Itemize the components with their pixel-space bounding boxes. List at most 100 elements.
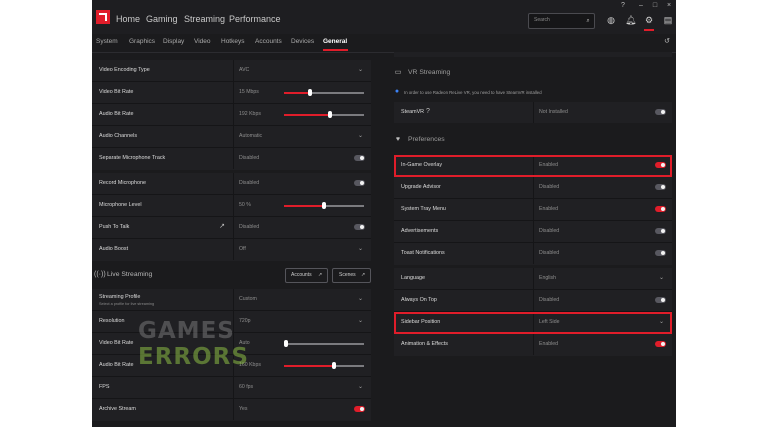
help-circle-icon[interactable]: ? <box>424 108 432 116</box>
setting-row: Push To Talk ↗ Disabled <box>92 217 371 239</box>
setting-row: Animation & Effects Enabled <box>394 334 672 355</box>
setting-value[interactable]: Automatic <box>239 133 262 139</box>
tab-hotkeys[interactable]: Hotkeys <box>221 38 244 45</box>
row-divider <box>533 243 534 264</box>
record-mic-toggle[interactable] <box>354 180 365 186</box>
chevron-down-icon[interactable]: ⌄ <box>358 66 363 73</box>
tab-display[interactable]: Display <box>163 38 184 45</box>
nav-home[interactable]: Home <box>116 14 140 24</box>
audio-bitrate-slider[interactable] <box>284 111 364 118</box>
setting-label: Audio Bit Rate <box>99 362 134 368</box>
push-to-talk-toggle[interactable] <box>354 224 365 230</box>
accounts-button[interactable]: Accounts ↗ <box>285 268 328 283</box>
tab-graphics[interactable]: Graphics <box>129 38 155 45</box>
setting-row: Video Bit Rate 15 Mbps <box>92 82 371 104</box>
search-placeholder: Search <box>534 17 550 23</box>
row-divider <box>233 377 234 398</box>
setting-label: System Tray Menu <box>401 206 446 212</box>
setting-value: Disabled <box>539 297 560 303</box>
tab-system[interactable]: System <box>96 38 118 45</box>
setting-value: 15 Mbps <box>239 89 259 95</box>
archive-stream-toggle[interactable] <box>354 406 365 412</box>
amd-software-window: Home Gaming Streaming Performance ? – □ … <box>92 0 676 427</box>
setting-row: FPS 60 fps ⌄ <box>92 377 371 399</box>
setting-value: Disabled <box>239 155 260 161</box>
arrow-up-right-icon: ↗ <box>318 272 323 278</box>
setting-label: Audio Channels <box>99 133 138 139</box>
chevron-down-icon[interactable]: ⌄ <box>358 132 363 139</box>
arrow-up-right-icon: ↗ <box>361 272 366 278</box>
always-on-top-toggle[interactable] <box>655 297 666 303</box>
setting-label: Video Encoding Type <box>99 67 150 73</box>
setting-label: Archive Stream <box>99 406 136 412</box>
row-divider <box>533 221 534 242</box>
setting-value: Yes <box>239 406 248 412</box>
gear-icon[interactable]: ⚙ <box>644 15 654 25</box>
chevron-down-icon[interactable]: ⌄ <box>358 383 363 390</box>
setting-value[interactable]: Off <box>239 246 246 252</box>
chevron-down-icon[interactable]: ⌄ <box>659 274 664 281</box>
setting-label: Audio Boost <box>99 246 129 252</box>
tab-general[interactable]: General <box>323 38 347 45</box>
setting-value: Not Installed <box>539 109 568 115</box>
scenes-button[interactable]: Scenes ↗ <box>332 268 371 283</box>
scenes-button-label: Scenes <box>339 272 356 278</box>
setting-value: Disabled <box>239 224 260 230</box>
row-divider <box>233 289 234 310</box>
system-tray-menu-toggle[interactable] <box>655 206 666 212</box>
setting-value: Enabled <box>539 206 559 212</box>
setting-label: Toast Notifications <box>401 250 445 256</box>
setting-label: Audio Bit Rate <box>99 111 134 117</box>
settings-active-indicator <box>644 29 654 31</box>
bell-icon[interactable]: 🔔︎ <box>625 15 636 25</box>
radeon-icon[interactable]: ◍ <box>606 15 616 25</box>
separate-mic-toggle[interactable] <box>354 155 365 161</box>
chevron-down-icon[interactable]: ⌄ <box>358 317 363 324</box>
close-icon[interactable]: × <box>665 2 673 10</box>
watermark-games: GAMES <box>138 318 235 344</box>
setting-label: Video Bit Rate <box>99 340 134 346</box>
advertisements-toggle[interactable] <box>655 228 666 234</box>
video-bitrate-slider[interactable] <box>284 89 364 96</box>
minimize-icon[interactable]: – <box>637 2 645 10</box>
setting-label: Streaming Profile <box>99 294 141 300</box>
setting-row: Always On Top Disabled <box>394 290 672 312</box>
chevron-down-icon[interactable]: ⌄ <box>358 245 363 252</box>
live-video-bitrate-slider[interactable] <box>283 340 364 347</box>
setting-value[interactable]: Custom <box>239 296 257 302</box>
maximize-icon[interactable]: □ <box>651 2 659 10</box>
highlight-in-game-overlay <box>394 155 672 177</box>
animation-effects-toggle[interactable] <box>655 341 666 347</box>
setting-value[interactable]: AVC <box>239 67 249 73</box>
setting-value: Disabled <box>539 184 560 190</box>
setting-label: SteamVR <box>401 109 425 115</box>
row-divider <box>533 102 534 123</box>
live-streaming-title: Live Streaming <box>107 271 153 278</box>
reset-icon[interactable]: ↺ <box>663 38 671 46</box>
live-audio-bitrate-slider[interactable] <box>284 362 364 369</box>
setting-row: Archive Stream Yes <box>92 399 371 420</box>
tab-accounts[interactable]: Accounts <box>255 38 282 45</box>
steamvr-toggle[interactable] <box>655 109 666 115</box>
chevron-down-icon[interactable]: ⌄ <box>358 295 363 302</box>
setting-value: 50 % <box>239 202 251 208</box>
tab-video[interactable]: Video <box>194 38 211 45</box>
nav-performance[interactable]: Performance <box>229 14 281 24</box>
tab-devices[interactable]: Devices <box>291 38 314 45</box>
nav-streaming[interactable]: Streaming <box>184 14 225 24</box>
toast-notifications-toggle[interactable] <box>655 250 666 256</box>
row-divider <box>233 239 234 260</box>
upgrade-advisor-toggle[interactable] <box>655 184 666 190</box>
search-input[interactable]: Search ⌕ <box>528 13 595 29</box>
setting-label: Video Bit Rate <box>99 89 134 95</box>
setting-value[interactable]: English <box>539 275 556 281</box>
sidebar-icon[interactable]: ▤ <box>663 15 673 25</box>
setting-value: Enabled <box>539 341 559 347</box>
arrow-up-right-icon[interactable]: ↗ <box>218 223 226 231</box>
mic-level-slider[interactable] <box>284 202 364 209</box>
setting-value: 192 Kbps <box>239 111 261 117</box>
setting-value[interactable]: 60 fps <box>239 384 253 390</box>
setting-value[interactable]: 720p <box>239 318 251 324</box>
help-icon[interactable]: ? <box>619 2 627 10</box>
nav-gaming[interactable]: Gaming <box>146 14 178 24</box>
